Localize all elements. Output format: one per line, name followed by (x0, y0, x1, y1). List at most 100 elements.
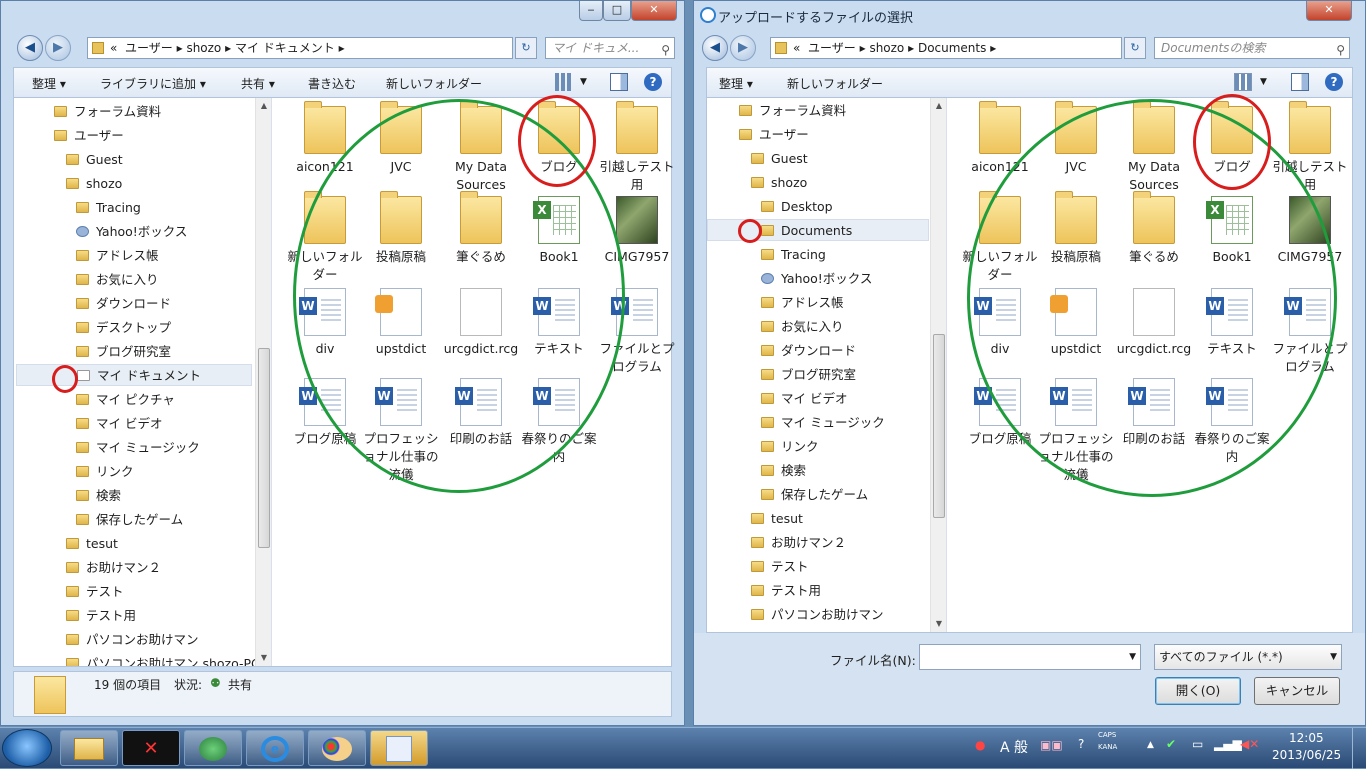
nav-item[interactable]: フォーラム資料 (54, 101, 161, 123)
start-button[interactable] (2, 729, 52, 767)
volume-muted-icon[interactable]: ◀✕ (1240, 737, 1259, 751)
nav-item[interactable]: tesut (66, 533, 118, 555)
nav-item[interactable]: テスト用 (751, 580, 821, 602)
nav-item[interactable]: マイ ビデオ (76, 413, 162, 435)
breadcrumb-item[interactable]: shozo ▸ (186, 41, 231, 55)
nav-item[interactable]: アドレス帳 (761, 292, 844, 314)
nav-item[interactable]: Yahoo!ボックス (761, 268, 872, 290)
view-icon[interactable] (1234, 73, 1252, 91)
users-taskbar-icon[interactable] (184, 730, 242, 766)
nav-item[interactable]: 保存したゲーム (761, 484, 868, 506)
nav-item[interactable]: Guest (751, 148, 808, 170)
nav-item[interactable]: 保存したゲーム (76, 509, 183, 531)
paint-taskbar-icon[interactable] (308, 730, 366, 766)
scroll-down-icon[interactable]: ▼ (931, 616, 946, 632)
nav-item[interactable]: 検索 (761, 460, 806, 482)
nav-item[interactable]: テスト (751, 556, 809, 578)
forward-button[interactable]: ▶ (730, 35, 756, 61)
breadcrumb-item[interactable]: shozo ▸ (869, 41, 914, 55)
new-folder-button[interactable]: 新しいフォルダー (787, 75, 883, 92)
tray-expand-icon[interactable]: ▲ (1147, 740, 1154, 750)
security-icon[interactable]: ✔ (1166, 737, 1176, 751)
nav-item[interactable]: tesut (751, 508, 803, 530)
help-icon[interactable]: ? (1078, 737, 1084, 751)
burn-button[interactable]: 書き込む (308, 75, 356, 92)
help-icon[interactable]: ? (644, 73, 662, 91)
nav-item[interactable]: Yahoo!ボックス (76, 221, 187, 243)
nav-item[interactable]: フォーラム資料 (739, 100, 846, 122)
breadcrumb-item[interactable]: マイ ドキュメント ▸ (235, 41, 345, 55)
back-button[interactable]: ◀ (17, 35, 43, 61)
refresh-button[interactable]: ↻ (1124, 37, 1146, 59)
nav-item[interactable]: Desktop (761, 196, 833, 218)
address-bar[interactable]: « ユーザー ▸ shozo ▸ Documents ▸ (770, 37, 1122, 59)
breadcrumb-item[interactable]: ユーザー ▸ (121, 41, 183, 55)
nav-item[interactable]: ユーザー (739, 124, 809, 146)
nav-item[interactable]: パソコンお助けマン (751, 604, 884, 626)
tray-app-icon[interactable]: ● (975, 738, 985, 752)
share-button[interactable]: 共有 ▾ (241, 75, 275, 92)
address-bar[interactable]: « ユーザー ▸ shozo ▸ マイ ドキュメント ▸ (87, 37, 513, 59)
nav-item[interactable]: shozo (751, 172, 807, 194)
clock-time[interactable]: 12:05 (1289, 731, 1324, 745)
view-dropdown-icon[interactable]: ▼ (1260, 77, 1267, 87)
scroll-thumb[interactable] (258, 348, 270, 548)
preview-pane-icon[interactable] (610, 73, 628, 91)
nav-item[interactable]: テスト (66, 581, 124, 603)
active-taskbar-icon[interactable] (370, 730, 428, 766)
nav-scrollbar[interactable]: ▲ ▼ (930, 98, 946, 632)
nav-item[interactable]: アドレス帳 (76, 245, 159, 267)
file-type-select[interactable]: すべてのファイル (*.*) ▼ (1154, 644, 1342, 670)
add-to-library-button[interactable]: ライブラリに追加 ▾ (100, 75, 206, 92)
nav-item[interactable]: お気に入り (76, 269, 159, 291)
organize-button[interactable]: 整理 ▾ (719, 75, 753, 92)
new-folder-button[interactable]: 新しいフォルダー (386, 75, 482, 92)
nav-item[interactable]: Guest (66, 149, 123, 171)
scroll-up-icon[interactable]: ▲ (931, 98, 946, 114)
nav-item[interactable]: テスト用 (66, 605, 136, 627)
nav-item[interactable]: Tracing (76, 197, 141, 219)
nav-item[interactable]: ダウンロード (761, 340, 856, 362)
search-input[interactable]: マイ ドキュメ... ⚲ (545, 37, 675, 59)
nav-item[interactable]: マイ ビデオ (761, 388, 847, 410)
nav-scrollbar[interactable]: ▲ ▼ (255, 98, 271, 666)
ie-taskbar-icon[interactable]: e (246, 730, 304, 766)
nav-item[interactable]: お気に入り (761, 316, 844, 338)
forward-button[interactable]: ▶ (45, 35, 71, 61)
nav-item[interactable]: ブログ研究室 (761, 364, 856, 386)
help-icon[interactable]: ? (1325, 73, 1343, 91)
app-taskbar-icon[interactable]: ✕ (122, 730, 180, 766)
nav-item[interactable]: マイ ミュージック (761, 412, 885, 434)
preview-pane-icon[interactable] (1291, 73, 1309, 91)
cancel-button[interactable]: キャンセル (1254, 677, 1340, 705)
scroll-thumb[interactable] (933, 334, 945, 518)
nav-item[interactable]: マイ ミュージック (76, 437, 200, 459)
ime-indicator[interactable]: A 般 (1000, 737, 1028, 757)
close-button[interactable]: ✕ (1306, 1, 1352, 21)
nav-item[interactable]: ダウンロード (76, 293, 171, 315)
nav-item[interactable]: デスクトップ (76, 317, 171, 339)
maximize-button[interactable]: □ (603, 1, 631, 21)
nav-item[interactable]: ブログ研究室 (76, 341, 171, 363)
scroll-down-icon[interactable]: ▼ (256, 650, 271, 666)
breadcrumb-item[interactable]: ユーザー ▸ (804, 41, 866, 55)
search-input[interactable]: Documentsの検索 ⚲ (1154, 37, 1350, 59)
explorer-taskbar-icon[interactable] (60, 730, 118, 766)
minimize-button[interactable]: ‒ (579, 1, 603, 21)
signal-icon[interactable]: ▂▄▆ (1214, 737, 1242, 751)
show-desktop-button[interactable] (1352, 728, 1366, 769)
filename-input[interactable]: ▼ (919, 644, 1141, 670)
open-button[interactable]: 開く(O) (1155, 677, 1241, 705)
breadcrumb-item[interactable]: Documents ▸ (918, 41, 996, 55)
network-icon[interactable]: ▭ (1192, 737, 1203, 751)
ime-tool-icon[interactable]: ▣▣ (1040, 738, 1063, 752)
back-button[interactable]: ◀ (702, 35, 728, 61)
nav-item[interactable]: リンク (761, 436, 819, 458)
nav-item[interactable]: 検索 (76, 485, 121, 507)
clock-date[interactable]: 2013/06/25 (1272, 748, 1341, 762)
organize-button[interactable]: 整理 ▾ (32, 75, 66, 92)
nav-item[interactable]: shozo (66, 173, 122, 195)
file-item[interactable]: 引越しテスト用 (597, 101, 677, 194)
nav-item[interactable]: Tracing (761, 244, 826, 266)
nav-item[interactable]: ユーザー (54, 125, 124, 147)
